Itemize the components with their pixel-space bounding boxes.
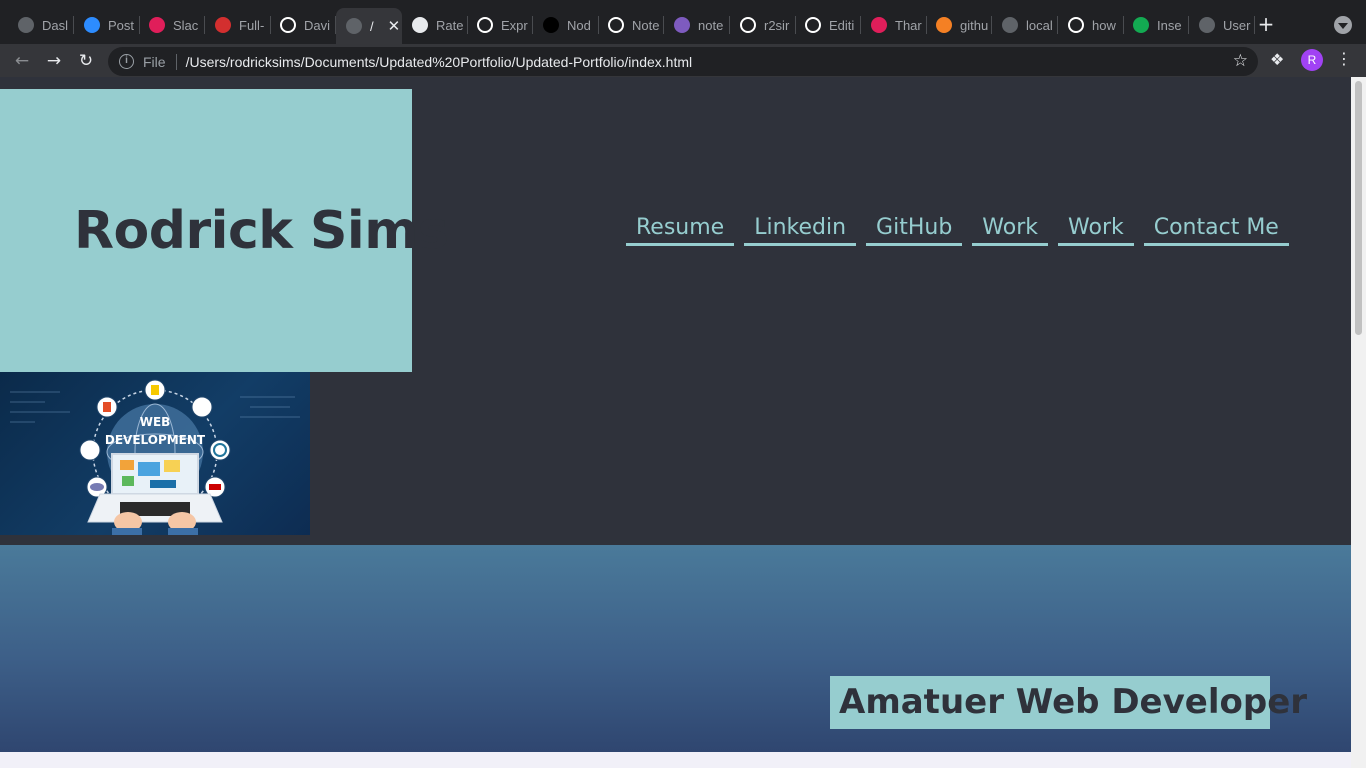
browser-tab[interactable]: Post [74,10,140,40]
slack-icon [871,17,887,33]
extensions-puzzle-icon[interactable]: ❖ [1270,50,1284,69]
browser-tab[interactable]: how [1058,10,1124,40]
zoom-icon [84,17,100,33]
browser-tab-title: how [1092,17,1116,33]
browser-tab-title: Rate [436,17,464,33]
profile-avatar[interactable]: R [1301,49,1323,71]
globe-icon [346,18,362,34]
page-viewport: Rodrick Sims Resume Linkedin GitHub Work… [0,77,1366,768]
browser-toolbar: ← → ↻ i File /Users/rodricksims/Document… [0,44,1366,77]
reload-icon[interactable]: ↻ [75,50,97,72]
browser-tab-title: Expr [501,17,528,33]
github-icon [805,17,821,33]
browser-tab[interactable]: Slac [139,10,205,40]
browser-tab-title: githu [960,17,989,33]
github-icon [608,17,624,33]
url-text[interactable]: /Users/rodricksims/Documents/Updated%20P… [186,54,693,70]
nav-link-work-2[interactable]: Work [1058,215,1134,246]
browser-tab-title: Thar [895,17,922,33]
browser-tab-title: r2sir [764,17,790,33]
dev-icon [543,17,559,33]
browser-tab-title: User [1223,17,1251,33]
main-nav: Resume Linkedin GitHub Work Work Contact… [626,215,1289,246]
browser-tab-title: Dasl [42,17,69,33]
nav-link-resume[interactable]: Resume [626,215,735,246]
nav-link-github[interactable]: GitHub [866,215,963,246]
browser-tab[interactable]: githu [926,10,992,40]
nav-link-linkedin[interactable]: Linkedin [744,215,857,246]
tab-search-icon[interactable] [1334,16,1352,34]
browser-tab[interactable]: Davi [270,10,336,40]
browser-tab[interactable]: Dasl [8,10,74,40]
rating-icon [412,17,428,33]
browser-tab[interactable]: local [992,10,1058,40]
title-block: Rodrick Sims [0,89,449,372]
web-development-illustration [10,379,300,535]
browser-tab-strip: + Dasl Post Slac Full- Davi / ✕ Rate Expr Nod Note… [0,0,1366,44]
d-brand-icon [215,17,231,33]
browser-tab[interactable]: Note [598,10,664,40]
browser-tab-title: Editi [829,17,855,33]
address-bar[interactable]: i File /Users/rodricksims/Documents/Upda… [108,47,1258,76]
browser-tab-title: Davi [304,17,331,33]
mongodb-icon [1133,17,1149,33]
back-arrow-icon[interactable]: ← [11,50,33,72]
globe-icon [18,17,34,33]
browser-tab[interactable]: Full- [205,10,271,40]
globe-icon [1002,17,1018,33]
stackoverflow-icon [936,17,952,33]
scheme-label: File [143,53,166,70]
scrollbar-thumb[interactable] [1355,81,1362,335]
browser-tab[interactable]: User [1189,10,1255,40]
google-icon [1068,17,1084,33]
browser-tab-title: Slac [173,17,199,33]
forward-arrow-icon[interactable]: → [43,50,65,72]
kebab-menu-icon[interactable]: ⋮ [1336,49,1352,68]
bookmark-star-icon[interactable]: ☆ [1233,51,1248,71]
github-icon [740,17,756,33]
page-scrollbar[interactable] [1351,77,1366,768]
browser-tab-title: Inse [1157,17,1182,33]
browser-tab[interactable]: Expr [467,10,533,40]
hero-image-text-web: WEB [139,415,171,429]
browser-tab[interactable]: Rate [402,10,468,40]
browser-tab-title: local [1026,17,1053,33]
tab-close-icon[interactable]: ✕ [388,17,401,35]
heroku-icon [674,17,690,33]
address-separator [175,53,177,70]
slack-icon [149,17,165,33]
nav-link-work[interactable]: Work [972,215,1049,246]
browser-tab-title: Full- [239,17,265,33]
site-title: Rodrick Sims [74,201,449,261]
browser-tab-title: Nod [567,17,591,33]
browser-tab-title: note [698,17,724,33]
hero-image-text-development: DEVELOPMENT [104,433,206,447]
browser-tab[interactable]: note [664,10,730,40]
web-development-image: WEB DEVELOPMENT [0,372,310,535]
site-info-icon[interactable]: i [119,54,134,69]
express-icon [477,17,493,33]
browser-tab-title: Post [108,17,135,33]
browser-tab-title: / [370,18,374,34]
browser-tab[interactable]: / ✕ [336,8,402,44]
tagline: Amatuer Web Developer [830,676,1307,729]
globe-icon [1199,17,1215,33]
tab-separator [1254,16,1255,34]
browser-tab[interactable]: Editi [795,10,861,40]
header-section: Rodrick Sims Resume Linkedin GitHub Work… [0,77,1351,545]
browser-tab[interactable]: Nod [533,10,599,40]
browser-tab-title: Note [632,17,660,33]
github-icon [280,17,296,33]
browser-tab[interactable]: Inse [1123,10,1189,40]
browser-tab[interactable]: Thar [861,10,927,40]
new-tab-button[interactable]: + [1254,12,1278,36]
hero-band: Amatuer Web Developer [0,545,1351,752]
browser-tab[interactable]: r2sir [730,10,796,40]
nav-link-contact[interactable]: Contact Me [1143,215,1289,246]
